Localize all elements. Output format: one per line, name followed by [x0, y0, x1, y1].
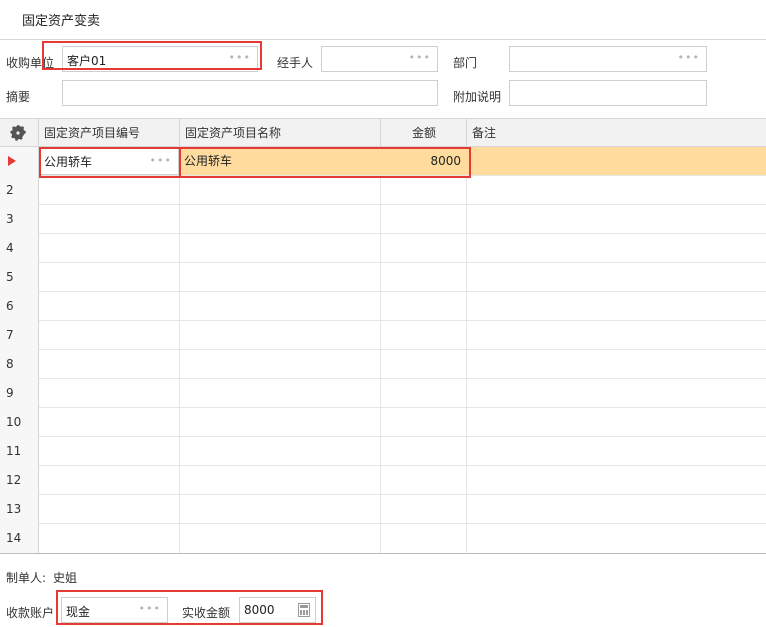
table-row[interactable]: 公用轿车 ••• 公用轿车 8000 — [0, 147, 766, 176]
ellipsis-icon[interactable]: ••• — [150, 154, 172, 167]
grid-bottom-divider — [0, 553, 766, 554]
page-title: 固定资产变卖 — [22, 14, 101, 29]
table-row[interactable]: 10 — [0, 408, 766, 437]
row-number-cell[interactable]: 8 — [0, 350, 39, 379]
row-number-cell[interactable]: 6 — [0, 292, 39, 321]
asset-code-value: 公用轿车 — [44, 155, 93, 169]
summary-input[interactable] — [62, 80, 438, 106]
row-number-cell[interactable]: 4 — [0, 234, 39, 263]
row-pointer-icon — [8, 156, 16, 166]
dept-field[interactable]: ••• — [509, 46, 707, 72]
table-row[interactable]: 5 — [0, 263, 766, 292]
dept-label: 部门 — [453, 56, 478, 70]
row-number-cell[interactable]: 12 — [0, 466, 39, 495]
table-row[interactable]: 13 — [0, 495, 766, 524]
gear-icon[interactable] — [10, 125, 26, 141]
row-number-cell[interactable]: 7 — [0, 321, 39, 350]
asset-grid: 固定资产项目编号 固定资产项目名称 金额 备注 公用轿车 ••• 公用轿车 80… — [0, 119, 766, 553]
row-number-cell[interactable]: 3 — [0, 205, 39, 234]
table-row[interactable]: 6 — [0, 292, 766, 321]
table-row[interactable]: 4 — [0, 234, 766, 263]
row-number-cell[interactable]: 14 — [0, 524, 39, 553]
received-amount-input[interactable]: 8000 — [239, 597, 316, 623]
account-value: 现金 — [66, 605, 91, 619]
header-divider — [0, 39, 766, 40]
ellipsis-icon[interactable]: ••• — [409, 51, 431, 64]
note-label: 附加说明 — [453, 90, 502, 104]
row-number-cell[interactable]: 13 — [0, 495, 39, 524]
asset-code-input[interactable]: 公用轿车 ••• — [40, 148, 179, 175]
grid-settings-cell[interactable] — [0, 119, 39, 147]
row-number-cell[interactable]: 2 — [0, 176, 39, 205]
col-header-amount[interactable]: 金额 — [381, 119, 467, 147]
received-amount-value: 8000 — [244, 603, 275, 617]
row-number-cell[interactable]: 11 — [0, 437, 39, 466]
table-row[interactable]: 9 — [0, 379, 766, 408]
buyer-value: 客户01 — [67, 54, 107, 68]
ellipsis-icon[interactable]: ••• — [678, 51, 700, 64]
received-label: 实收金额 — [182, 606, 231, 620]
buyer-field[interactable]: 客户01 ••• — [62, 46, 258, 72]
creator-value: 史姐 — [53, 571, 78, 585]
account-field[interactable]: 现金 ••• — [61, 597, 168, 623]
table-row[interactable]: 14 — [0, 524, 766, 553]
asset-name-cell[interactable]: 公用轿车 — [184, 147, 232, 176]
table-row[interactable]: 2 — [0, 176, 766, 205]
row-number-cell[interactable]: 5 — [0, 263, 39, 292]
table-row[interactable]: 8 — [0, 350, 766, 379]
col-header-code[interactable]: 固定资产项目编号 — [39, 119, 180, 147]
row-number-cell[interactable] — [0, 147, 39, 176]
ellipsis-icon[interactable]: ••• — [229, 51, 251, 64]
table-row[interactable]: 12 — [0, 466, 766, 495]
row-number-cell[interactable]: 10 — [0, 408, 39, 437]
ellipsis-icon[interactable]: ••• — [139, 602, 161, 615]
table-row[interactable]: 3 — [0, 205, 766, 234]
handler-field[interactable]: ••• — [321, 46, 438, 72]
creator-label: 制单人: — [6, 571, 47, 585]
amount-cell[interactable]: 8000 — [381, 147, 461, 176]
calculator-icon[interactable] — [298, 603, 310, 617]
col-header-name[interactable]: 固定资产项目名称 — [180, 119, 381, 147]
summary-label: 摘要 — [6, 90, 31, 104]
grid-header: 固定资产项目编号 固定资产项目名称 金额 备注 — [0, 119, 766, 147]
table-row[interactable]: 7 — [0, 321, 766, 350]
col-header-remark[interactable]: 备注 — [467, 119, 766, 147]
handler-label: 经手人 — [277, 56, 314, 70]
buyer-label: 收购单位 — [6, 56, 55, 70]
row-number-cell[interactable]: 9 — [0, 379, 39, 408]
note-input[interactable] — [509, 80, 707, 106]
table-row[interactable]: 11 — [0, 437, 766, 466]
account-label: 收款账户 — [6, 606, 55, 620]
